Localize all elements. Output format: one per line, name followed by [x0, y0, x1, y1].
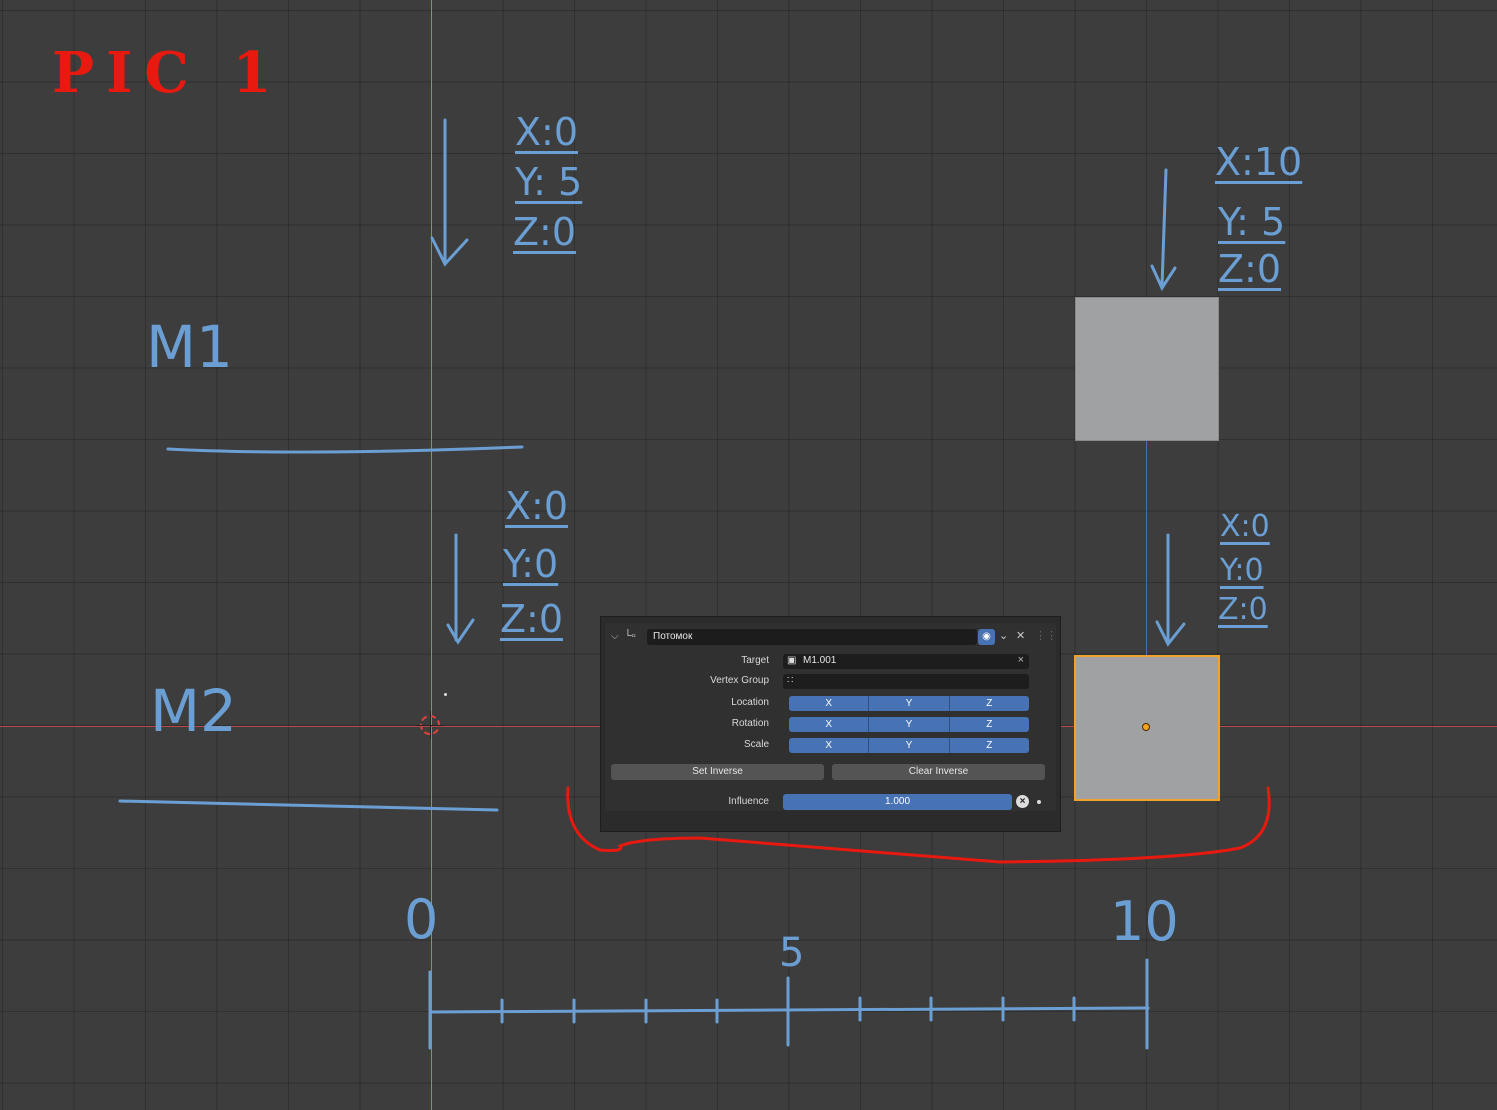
scale-toggles: X Y Z [789, 738, 1029, 753]
set-inverse-button[interactable]: Set Inverse [611, 764, 824, 780]
target-field[interactable]: ▣ M1.001 × [783, 654, 1029, 669]
rotation-x-toggle[interactable]: X [789, 717, 870, 732]
rotation-label: Rotation [731, 718, 769, 729]
arrow-m1 [430, 118, 469, 267]
rotation-y-toggle[interactable]: Y [869, 717, 950, 732]
m1-y-note: Y: 5 [515, 160, 583, 204]
scale-x-toggle[interactable]: X [789, 738, 870, 753]
constraint-name-text: Потомок [653, 631, 693, 642]
empty-object-dot[interactable] [444, 693, 447, 696]
drag-handle-icon[interactable]: ⋮⋮ [1035, 629, 1057, 642]
location-z-toggle[interactable]: Z [949, 696, 1029, 711]
m1-z-note: Z:0 [513, 210, 577, 254]
m2-label: M2 [150, 677, 237, 745]
cube-parent-object[interactable] [1075, 297, 1219, 441]
constraint-name-field[interactable]: Потомок [647, 629, 977, 645]
scale-row-label: Scale [743, 739, 769, 750]
constraint-header: ⌵ └▫ Потомок ◉ ⌄ ✕ ⋮⋮ [605, 627, 1057, 649]
influence-slider[interactable]: 1.000 [783, 794, 1012, 810]
location-x-toggle[interactable]: X [789, 696, 870, 711]
3d-cursor-icon[interactable] [416, 711, 444, 739]
m2-z-note: Z:0 [500, 597, 564, 641]
m2-x-note: X:0 [505, 484, 569, 528]
cube-bottom-z-note: Z:0 [1218, 592, 1268, 627]
object-origin-dot [1142, 723, 1150, 731]
location-toggles: X Y Z [789, 696, 1029, 711]
vertex-group-icon: ∷ [787, 675, 794, 686]
scale-label-10: 10 [1110, 890, 1179, 953]
disable-keep-transform-icon[interactable]: × [1016, 795, 1029, 808]
constraint-panel: ⌵ └▫ Потомок ◉ ⌄ ✕ ⋮⋮ Target ▣ M1.001 × … [600, 616, 1061, 832]
influence-label: Influence [728, 796, 769, 807]
m1-label: M1 [146, 313, 233, 381]
cube-bottom-y-note: Y:0 [1220, 553, 1264, 588]
scale-z-toggle[interactable]: Z [949, 738, 1029, 753]
location-label: Location [731, 697, 769, 708]
target-value: M1.001 [803, 655, 837, 666]
eye-icon[interactable]: ◉ [978, 629, 995, 645]
scale-y-toggle[interactable]: Y [869, 738, 950, 753]
object-icon: ▣ [787, 655, 797, 666]
vertex-group-field[interactable]: ∷ [783, 674, 1029, 689]
arrow-cube-bottom [1155, 533, 1186, 647]
keyframe-dot-icon[interactable] [1037, 800, 1041, 804]
m1-underline [166, 445, 524, 454]
vertex-group-label: Vertex Group [710, 675, 769, 686]
arrow-m2 [446, 533, 475, 645]
cube-top-x-note: X:10 [1215, 140, 1303, 184]
rotation-z-toggle[interactable]: Z [949, 717, 1029, 732]
chevron-menu-icon[interactable]: ⌄ [999, 629, 1008, 642]
chevron-down-icon[interactable]: ⌵ [611, 631, 619, 642]
constraint-panel-body: ⌵ └▫ Потомок ◉ ⌄ ✕ ⋮⋮ Target ▣ M1.001 × … [605, 623, 1057, 811]
clear-target-icon[interactable]: × [1018, 654, 1024, 666]
arrow-cube-top [1150, 168, 1177, 292]
cube-top-z-note: Z:0 [1218, 247, 1282, 291]
scale-label-0: 0 [404, 888, 439, 951]
scale-label-5: 5 [779, 930, 805, 976]
rotation-toggles: X Y Z [789, 717, 1029, 732]
m2-y-note: Y:0 [503, 542, 559, 586]
cube-bottom-x-note: X:0 [1220, 509, 1270, 544]
close-icon[interactable]: ✕ [1016, 629, 1025, 642]
3d-viewport[interactable]: PIC 1 X:0 Y: 5 Z:0 X:0 Y:0 Z:0 X:10 Y: 5… [0, 0, 1497, 1110]
location-y-toggle[interactable]: Y [869, 696, 950, 711]
cube-selected-object[interactable] [1074, 655, 1220, 801]
target-label: Target [741, 655, 769, 666]
m1-x-note: X:0 [515, 110, 579, 154]
child-of-constraint-icon: └▫ [624, 630, 636, 642]
clear-inverse-button[interactable]: Clear Inverse [832, 764, 1045, 780]
cube-top-y-note: Y: 5 [1218, 200, 1286, 244]
m2-underline [118, 799, 499, 812]
